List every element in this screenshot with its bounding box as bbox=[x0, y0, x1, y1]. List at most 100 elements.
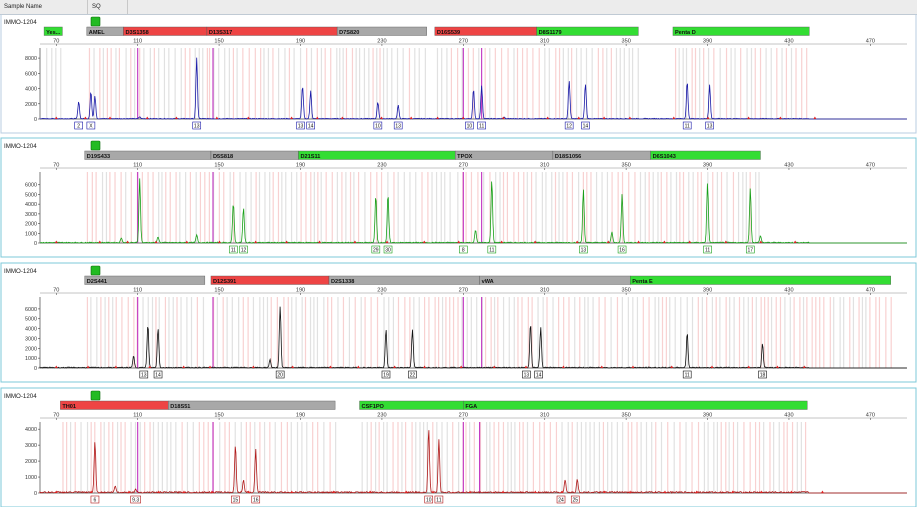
allele-bin bbox=[118, 48, 121, 119]
allele-bin bbox=[224, 48, 226, 119]
allele-bin bbox=[312, 422, 314, 493]
allele-bin bbox=[392, 422, 394, 493]
allele-bin bbox=[134, 48, 136, 119]
x-tick-label: 190 bbox=[296, 39, 305, 45]
allele-bin bbox=[428, 297, 430, 368]
allele-bin bbox=[483, 172, 485, 243]
allele-bin bbox=[414, 48, 416, 119]
artifact-mark bbox=[215, 116, 219, 119]
allele-bin bbox=[120, 422, 122, 493]
artifact-mark bbox=[208, 365, 212, 368]
allele-bin bbox=[424, 48, 426, 119]
allele-bin bbox=[55, 48, 57, 119]
allele-bin bbox=[552, 297, 554, 368]
allele-bin bbox=[228, 48, 230, 119]
y-tick-label: 5000 bbox=[25, 192, 37, 198]
allele-bin bbox=[296, 172, 298, 243]
allele-bin bbox=[833, 297, 835, 368]
allele-bin bbox=[336, 172, 338, 243]
electropherogram-panels: IMMO-1204 Yes... AMEL D3S1358 D13S317 D7S820 D… bbox=[0, 14, 917, 507]
allele-bin bbox=[231, 297, 233, 368]
allele-bin bbox=[648, 297, 650, 368]
allele-bin bbox=[799, 297, 801, 368]
marker-bar[interactable] bbox=[298, 150, 456, 160]
allele-bin bbox=[597, 48, 599, 119]
marker-bar[interactable] bbox=[463, 400, 808, 410]
allele-call-label: 12 bbox=[241, 248, 247, 254]
x-tick-label: 230 bbox=[377, 163, 386, 169]
artifact-mark bbox=[182, 365, 186, 368]
allele-bin bbox=[595, 172, 598, 243]
allele-bin bbox=[306, 422, 308, 493]
allele-bin bbox=[375, 422, 377, 493]
allele-bin bbox=[335, 422, 337, 493]
allele-bin bbox=[767, 297, 769, 368]
marker-bar[interactable] bbox=[60, 400, 169, 410]
allele-bin bbox=[301, 297, 303, 368]
allele-bin bbox=[259, 422, 261, 493]
allele-bin bbox=[127, 297, 129, 368]
allele-bin bbox=[103, 422, 105, 493]
allele-bin bbox=[278, 48, 280, 119]
x-tick-label: 350 bbox=[621, 163, 630, 169]
allele-bin bbox=[499, 172, 501, 243]
allele-bin bbox=[434, 297, 436, 368]
allele-bin bbox=[674, 297, 676, 368]
allele-bin bbox=[449, 297, 451, 368]
dye-toggle-checkbox-icon[interactable] bbox=[90, 390, 101, 401]
marker-label: Penta D bbox=[675, 30, 696, 36]
allele-bin bbox=[104, 297, 106, 368]
allele-bin bbox=[310, 172, 312, 243]
allele-bin bbox=[101, 172, 104, 243]
x-tick-label: 390 bbox=[703, 413, 712, 419]
allele-bin bbox=[202, 297, 205, 368]
allele-bin bbox=[770, 48, 772, 119]
allele-bin bbox=[175, 422, 177, 493]
allele-bin bbox=[587, 297, 589, 368]
x-tick-label: 150 bbox=[214, 39, 223, 45]
allele-bin bbox=[784, 297, 786, 368]
artifact-mark bbox=[218, 240, 222, 243]
allele-bin bbox=[745, 172, 747, 243]
allele-bin bbox=[161, 172, 163, 243]
dye-toggle-checkbox-icon[interactable] bbox=[90, 265, 101, 276]
allele-bin bbox=[432, 422, 434, 493]
allele-bin bbox=[245, 172, 247, 243]
allele-bin bbox=[758, 172, 760, 243]
dye-toggle-checkbox-icon[interactable] bbox=[90, 16, 101, 27]
allele-bin bbox=[449, 172, 451, 243]
marker-bar[interactable] bbox=[168, 400, 336, 410]
dye-toggle-checkbox-icon[interactable] bbox=[90, 140, 101, 151]
allele-bin bbox=[366, 422, 368, 493]
allele-bin bbox=[586, 172, 588, 243]
marker-label: D2S1338 bbox=[331, 279, 354, 285]
allele-bin bbox=[461, 297, 463, 368]
allele-bin bbox=[743, 422, 745, 493]
allele-bin bbox=[680, 297, 682, 368]
x-tick-label: 350 bbox=[621, 288, 630, 294]
marker-bar[interactable] bbox=[479, 275, 631, 285]
allele-bin bbox=[758, 422, 761, 493]
allele-bin bbox=[719, 48, 721, 119]
allele-bin bbox=[130, 422, 132, 493]
sq-column-header[interactable]: SQ bbox=[88, 0, 128, 14]
allele-bin bbox=[532, 48, 534, 119]
allele-bin bbox=[742, 172, 744, 243]
allele-bin bbox=[707, 422, 709, 493]
marker-label: D7S820 bbox=[339, 30, 359, 36]
x-tick-label: 470 bbox=[866, 288, 875, 294]
allele-bin bbox=[277, 172, 280, 243]
marker-label: Yes... bbox=[46, 30, 61, 36]
marker-bar[interactable] bbox=[630, 275, 891, 285]
allele-bin bbox=[353, 172, 355, 243]
allele-bin bbox=[331, 172, 333, 243]
sample-name-column-header[interactable]: Sample Name bbox=[0, 0, 88, 14]
allele-bin bbox=[526, 48, 528, 119]
y-tick-label: 2000 bbox=[25, 102, 37, 108]
allele-bin bbox=[502, 172, 505, 243]
allele-bin bbox=[445, 297, 447, 368]
y-tick-label: 3000 bbox=[25, 212, 37, 218]
allele-bin bbox=[548, 48, 550, 119]
allele-bin bbox=[364, 297, 366, 368]
allele-bin bbox=[372, 48, 374, 119]
